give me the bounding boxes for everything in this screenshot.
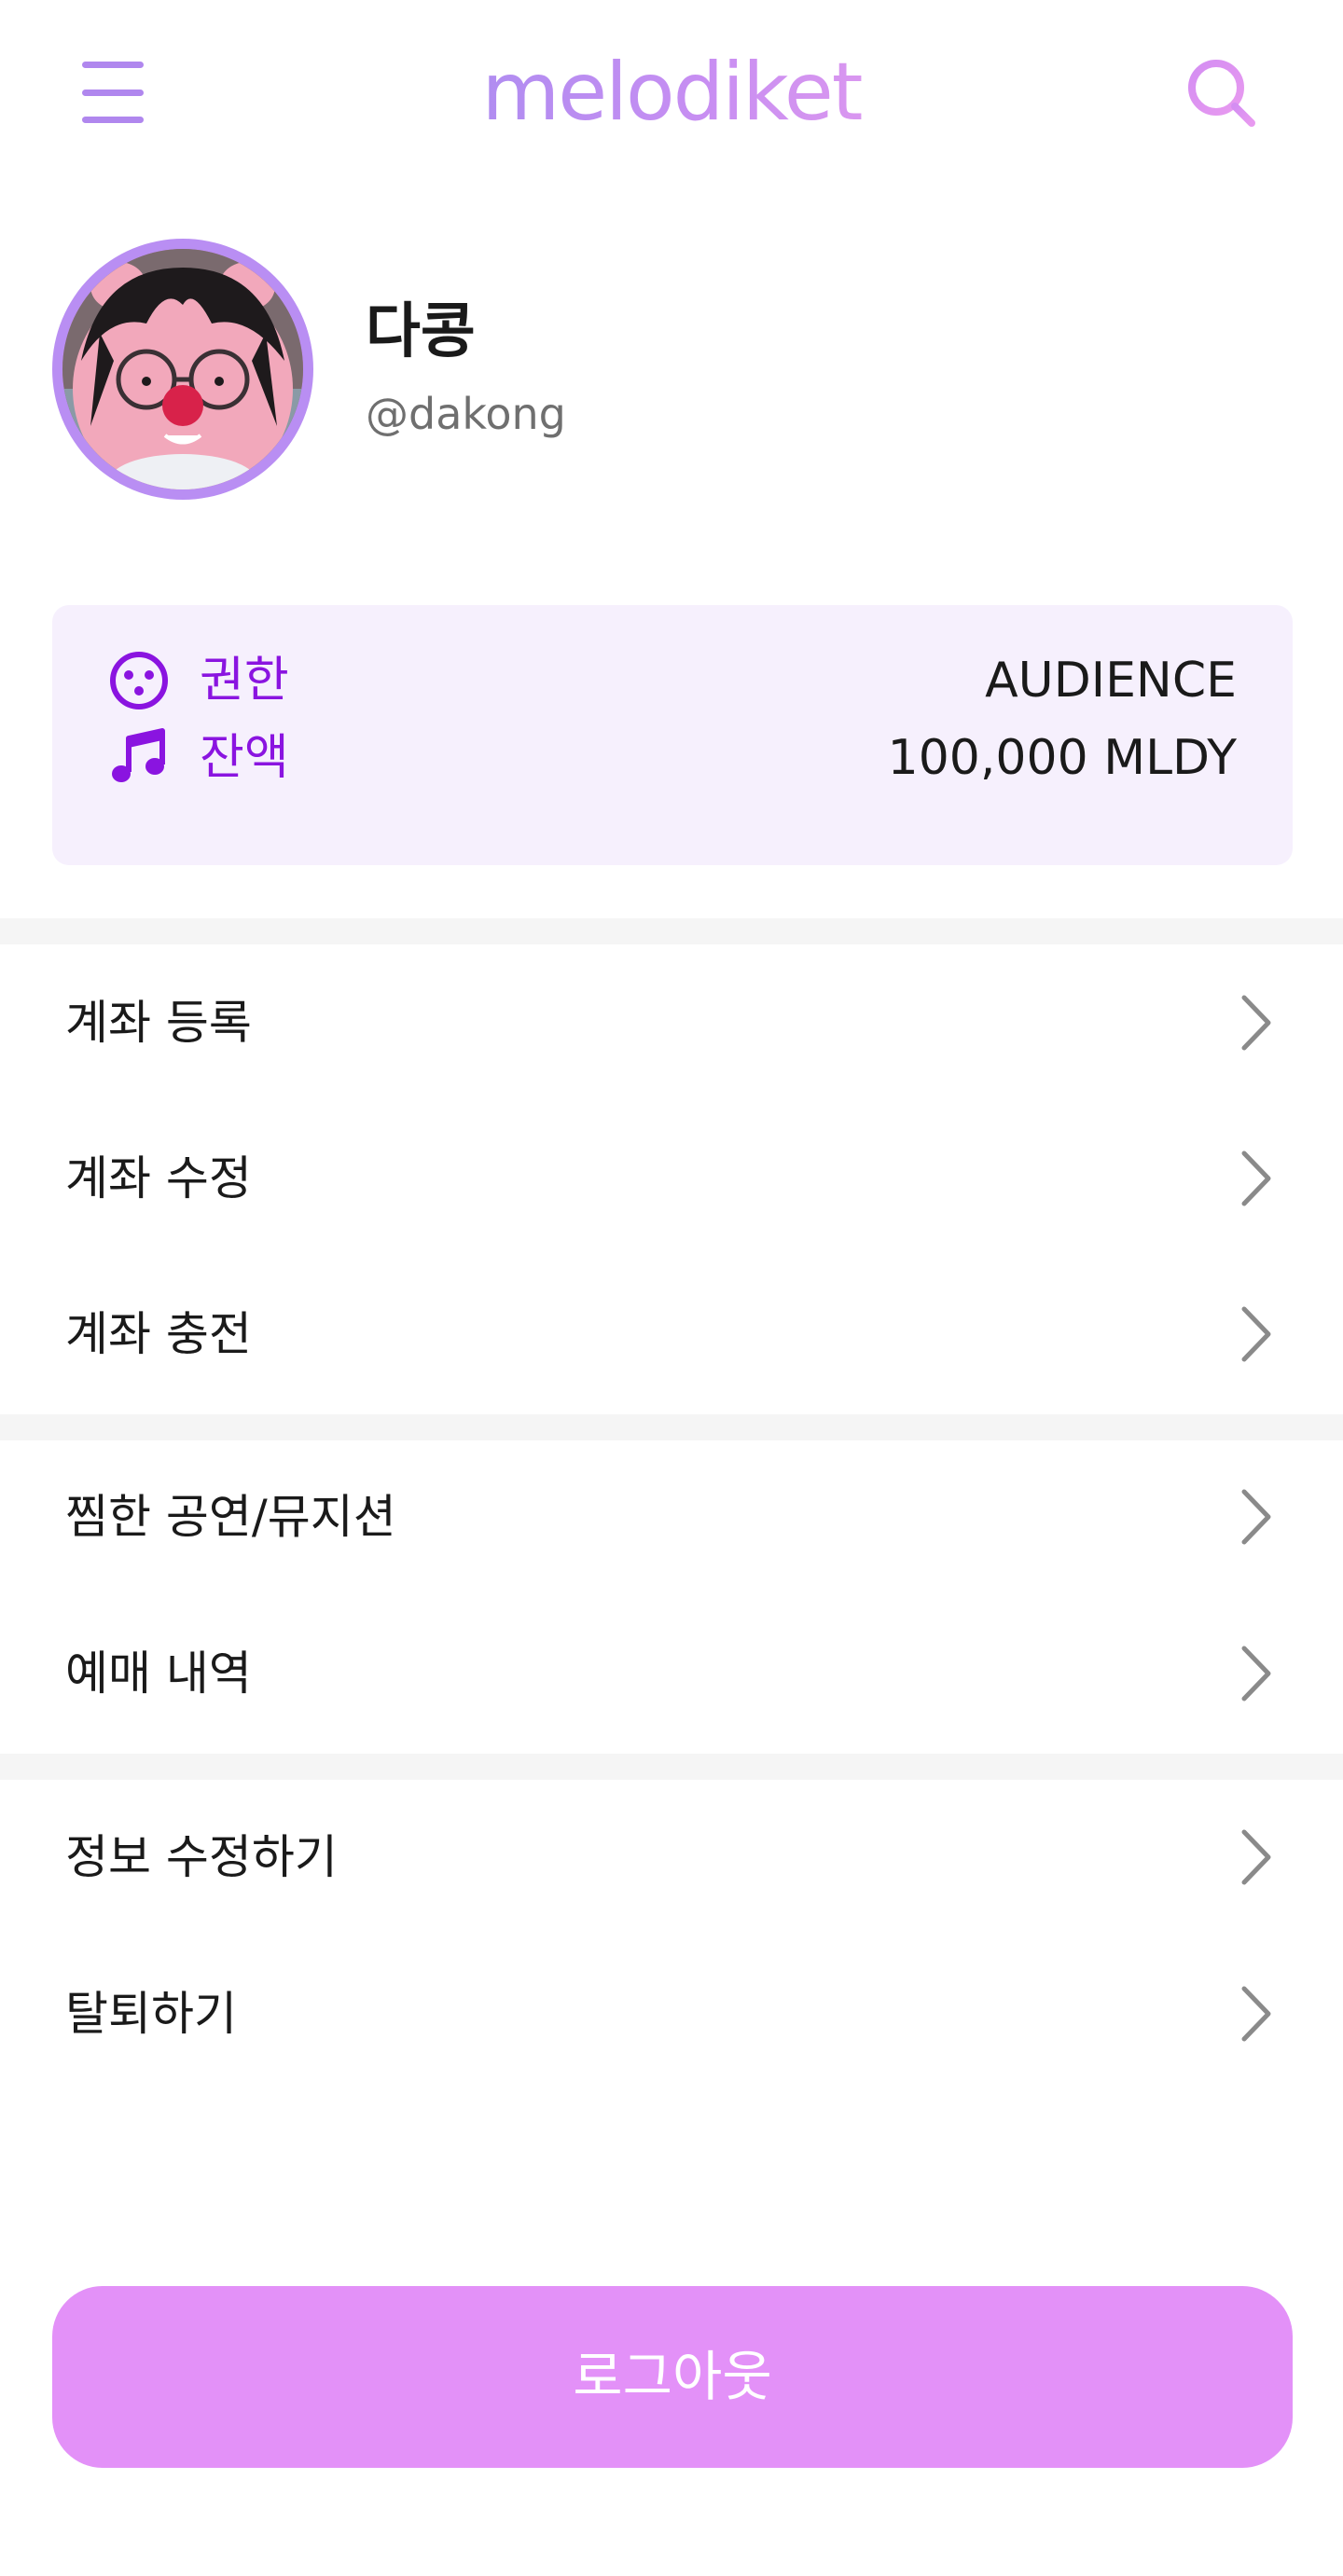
avatar[interactable] (52, 239, 313, 500)
menu-item-label: 탈퇴하기 (65, 1987, 237, 2041)
balance-row: 잔액 100,000 MLDY (108, 725, 1237, 791)
menu-item-label: 찜한 공연/뮤지션 (65, 1490, 396, 1544)
menu-item-register-account[interactable]: 계좌 등록 (0, 953, 1343, 1093)
music-note-icon (108, 727, 170, 789)
section-divider (0, 1754, 1343, 1780)
chevron-right-icon (1237, 1983, 1274, 2045)
logout-button[interactable]: 로그아웃 (52, 2286, 1293, 2468)
hamburger-menu-icon[interactable] (82, 62, 155, 123)
chevron-right-icon (1237, 1303, 1274, 1365)
balance-value: 100,000 MLDY (887, 730, 1237, 786)
menu-item-label: 계좌 충전 (65, 1307, 252, 1361)
profile-name: 다콩 (366, 297, 476, 366)
chevron-right-icon (1237, 1148, 1274, 1209)
section-divider (0, 1414, 1343, 1440)
menu-item-edit-info[interactable]: 정보 수정하기 (0, 1787, 1343, 1927)
menu-item-label: 계좌 등록 (65, 996, 252, 1050)
menu-item-label: 계좌 수정 (65, 1151, 252, 1205)
chevron-right-icon (1237, 992, 1274, 1054)
chevron-right-icon (1237, 1643, 1274, 1704)
menu-line (82, 117, 144, 123)
profile-handle: @dakong (366, 389, 566, 439)
menu-item-edit-account[interactable]: 계좌 수정 (0, 1109, 1343, 1248)
section-divider (0, 918, 1343, 944)
menu-item-label: 정보 수정하기 (65, 1830, 338, 1884)
search-icon[interactable] (1184, 56, 1259, 131)
balance-label: 잔액 (200, 730, 289, 786)
smile-face-icon (108, 650, 170, 711)
role-row: 권한 AUDIENCE (108, 648, 1237, 713)
menu-item-favorites[interactable]: 찜한 공연/뮤지션 (0, 1447, 1343, 1587)
account-info-card: 권한 AUDIENCE 잔액 100,000 MLDY (52, 605, 1293, 865)
chevron-right-icon (1237, 1486, 1274, 1548)
menu-item-withdraw[interactable]: 탈퇴하기 (0, 1944, 1343, 2084)
menu-item-label: 예매 내역 (65, 1646, 252, 1701)
menu-line (82, 89, 144, 96)
role-value: AUDIENCE (985, 653, 1237, 709)
menu-line (82, 62, 144, 68)
chevron-right-icon (1237, 1826, 1274, 1888)
role-label: 권한 (200, 653, 289, 709)
app-header: melodiket (0, 0, 1343, 191)
menu-item-charge-account[interactable]: 계좌 충전 (0, 1264, 1343, 1404)
menu-item-booking-history[interactable]: 예매 내역 (0, 1604, 1343, 1743)
app-logo[interactable]: melodiket (392, 41, 951, 144)
avatar-image (62, 249, 303, 489)
